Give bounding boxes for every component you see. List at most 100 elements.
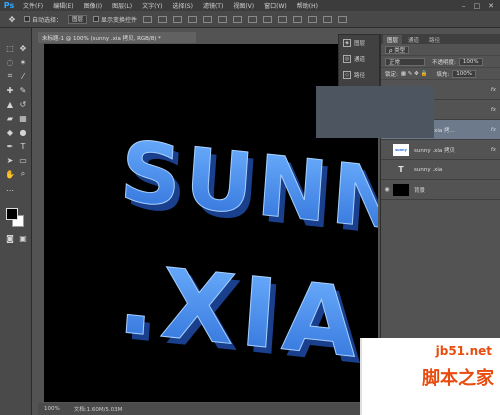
blend-mode-dropdown[interactable]: 正常: [385, 57, 425, 66]
fx-icon[interactable]: fx: [491, 147, 500, 153]
document-tab-title: 未标题-1 @ 100% (sunny .xia 拷贝, RGB/8) *: [42, 35, 161, 42]
layer-row[interactable]: ◉ 背景: [381, 180, 500, 200]
fx-icon[interactable]: fx: [491, 87, 500, 93]
zoom-level[interactable]: 100%: [44, 406, 60, 412]
menu-layer[interactable]: 图层(L): [107, 1, 137, 10]
minimize-icon[interactable]: –: [462, 2, 466, 10]
menu-edit[interactable]: 编辑(E): [48, 1, 78, 10]
pen-tool-icon[interactable]: ✒: [4, 140, 16, 152]
zoom-tool-icon[interactable]: ⌕: [17, 168, 29, 180]
mini-panel-layers[interactable]: ◈ 图层: [339, 35, 379, 51]
history-brush-tool-icon[interactable]: ↺: [17, 98, 29, 110]
layers-icon: ◈: [343, 39, 351, 47]
document-info: 文档:1.60M/5.03M: [73, 407, 123, 413]
auto-align-icon[interactable]: [323, 15, 333, 23]
dodge-tool-icon[interactable]: ●: [17, 126, 29, 138]
photoshop-logo: Ps: [3, 1, 15, 10]
distribute-bottom-icon[interactable]: [263, 15, 273, 23]
menu-image[interactable]: 图像(I): [79, 1, 107, 10]
menu-help[interactable]: 帮助(H): [292, 1, 323, 10]
tab-layers[interactable]: 图层: [383, 35, 403, 44]
maximize-icon[interactable]: □: [474, 2, 481, 10]
layer-row[interactable]: sunny sunny .xia 拷贝 fx: [381, 140, 500, 160]
clone-stamp-tool-icon[interactable]: ▲: [4, 98, 16, 110]
document-tab[interactable]: 未标题-1 @ 100% (sunny .xia 拷贝, RGB/8) *: [38, 32, 196, 43]
close-icon[interactable]: ✕: [488, 2, 494, 10]
menu-file[interactable]: 文件(F): [18, 1, 48, 10]
blur-tool-icon[interactable]: ◆: [4, 126, 16, 138]
auto-select-dropdown[interactable]: 图层: [68, 14, 88, 24]
distribute-center-icon[interactable]: [293, 15, 303, 23]
distribute-left-icon[interactable]: [278, 15, 288, 23]
tools-panel: ⬚ ✥ ◌ ✶ ⌗ ⁄ ✚ ✎ ▲ ↺ ▰ ▦ ◆ ● ✒ T ➤ ▭ ✋ ⌕ …: [0, 28, 32, 415]
lock-icons[interactable]: ▦ ✎ ✥ 🔒: [401, 71, 428, 77]
layer-kind-filter[interactable]: ρ 类型: [385, 45, 410, 54]
mini-panel-label: 图层: [354, 41, 366, 47]
layer-name: sunny .xia: [414, 166, 443, 173]
eraser-tool-icon[interactable]: ▰: [4, 112, 16, 124]
paths-icon: ◇: [343, 71, 351, 79]
marquee-tool-icon[interactable]: ⬚: [4, 42, 16, 54]
move-tool-icon[interactable]: ✥: [17, 42, 29, 54]
3d-mode-icon[interactable]: [338, 15, 348, 23]
menu-select[interactable]: 选择(S): [167, 1, 198, 10]
magic-wand-tool-icon[interactable]: ✶: [17, 56, 29, 68]
eye-icon[interactable]: ◉: [381, 186, 393, 193]
layer-name: sunny .xia 拷贝: [414, 147, 455, 154]
shape-tool-icon[interactable]: ▭: [17, 154, 29, 166]
align-right-icon[interactable]: [218, 15, 228, 23]
distribute-top-icon[interactable]: [233, 15, 243, 23]
menu-bar: Ps 文件(F) 编辑(E) 图像(I) 图层(L) 文字(Y) 选择(S) 滤…: [0, 0, 500, 11]
layer-name: 背景: [414, 187, 426, 194]
brush-tool-icon[interactable]: ✎: [17, 84, 29, 96]
fx-icon[interactable]: fx: [491, 127, 500, 133]
align-bottom-icon[interactable]: [173, 15, 183, 23]
fx-icon[interactable]: fx: [491, 107, 500, 113]
menu-type[interactable]: 文字(Y): [137, 1, 167, 10]
more-tools-icon[interactable]: ⋯: [4, 184, 16, 196]
foreground-color-swatch[interactable]: [6, 208, 18, 220]
align-top-icon[interactable]: [143, 15, 153, 23]
quick-mask-icon[interactable]: ◙: [4, 232, 16, 244]
lasso-tool-icon[interactable]: ◌: [4, 56, 16, 68]
show-transform-checkbox[interactable]: 显示变换控件: [93, 15, 137, 24]
overlay-box: [316, 86, 434, 138]
canvas-text-line1: SUNN: [117, 122, 378, 249]
distribute-middle-icon[interactable]: [248, 15, 258, 23]
gradient-tool-icon[interactable]: ▦: [17, 112, 29, 124]
hand-tool-icon[interactable]: ✋: [4, 168, 16, 180]
distribute-right-icon[interactable]: [308, 15, 318, 23]
crop-tool-icon[interactable]: ⌗: [4, 70, 16, 82]
fill-field[interactable]: 100%: [452, 69, 476, 78]
tab-channels[interactable]: 通道: [404, 35, 423, 44]
eyedropper-tool-icon[interactable]: ⁄: [17, 70, 29, 82]
auto-select-label: 自动选择：: [32, 16, 63, 24]
menu-window[interactable]: 窗口(W): [259, 1, 292, 10]
tab-paths[interactable]: 路径: [425, 35, 444, 44]
align-left-icon[interactable]: [188, 15, 198, 23]
checkbox-icon: [24, 16, 30, 22]
move-tool-icon[interactable]: ✥: [6, 13, 18, 25]
menu-view[interactable]: 视图(V): [228, 1, 259, 10]
layer-filter-row: ρ 类型: [381, 44, 500, 56]
path-selection-tool-icon[interactable]: ➤: [4, 154, 16, 166]
blend-row: 正常 不透明度: 100%: [381, 56, 500, 68]
align-middle-icon[interactable]: [158, 15, 168, 23]
mini-panel-paths[interactable]: ◇ 路径: [339, 67, 379, 83]
lock-label: 锁定:: [385, 71, 398, 78]
screen-mode-icon[interactable]: ▣: [17, 232, 29, 244]
type-tool-icon[interactable]: T: [17, 140, 29, 152]
mini-panel-label: 通道: [354, 57, 366, 63]
layer-thumbnail: [393, 183, 409, 196]
layer-row[interactable]: T sunny .xia: [381, 160, 500, 180]
status-bar: 100% 文档:1.60M/5.03M: [38, 403, 378, 415]
mini-panel-channels[interactable]: ◎ 通道: [339, 51, 379, 67]
fill-label: 填充:: [436, 71, 450, 78]
opacity-field[interactable]: 100%: [458, 57, 483, 66]
auto-select-checkbox[interactable]: 自动选择：: [24, 15, 62, 24]
menu-filter[interactable]: 滤镜(T): [198, 1, 228, 10]
align-center-icon[interactable]: [203, 15, 213, 23]
window-controls: – □ ✕: [462, 2, 500, 10]
healing-brush-tool-icon[interactable]: ✚: [4, 84, 16, 96]
text-layer-icon: T: [398, 165, 404, 174]
